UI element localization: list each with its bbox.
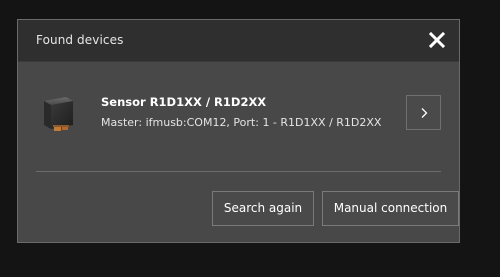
open-device-button[interactable]: [406, 95, 441, 130]
device-name: Sensor R1D1XX / R1D2XX: [101, 95, 267, 109]
close-button[interactable]: [425, 28, 449, 52]
divider: [36, 171, 441, 172]
device-connection-detail: Master: ifmusb:COM12, Port: 1 - R1D1XX /…: [101, 116, 382, 129]
close-icon: [428, 31, 446, 49]
manual-connection-button[interactable]: Manual connection: [322, 191, 459, 226]
dialog-title: Found devices: [36, 33, 124, 47]
found-devices-dialog: Found devices Sensor R1D1XX / R1D2XX Mas…: [17, 19, 460, 243]
dialog-header: Found devices: [18, 20, 459, 62]
sensor-device-icon: [40, 95, 76, 133]
device-list-item[interactable]: Sensor R1D1XX / R1D2XX Master: ifmusb:CO…: [18, 80, 459, 140]
chevron-right-icon: [421, 108, 428, 118]
search-again-button[interactable]: Search again: [212, 191, 314, 226]
